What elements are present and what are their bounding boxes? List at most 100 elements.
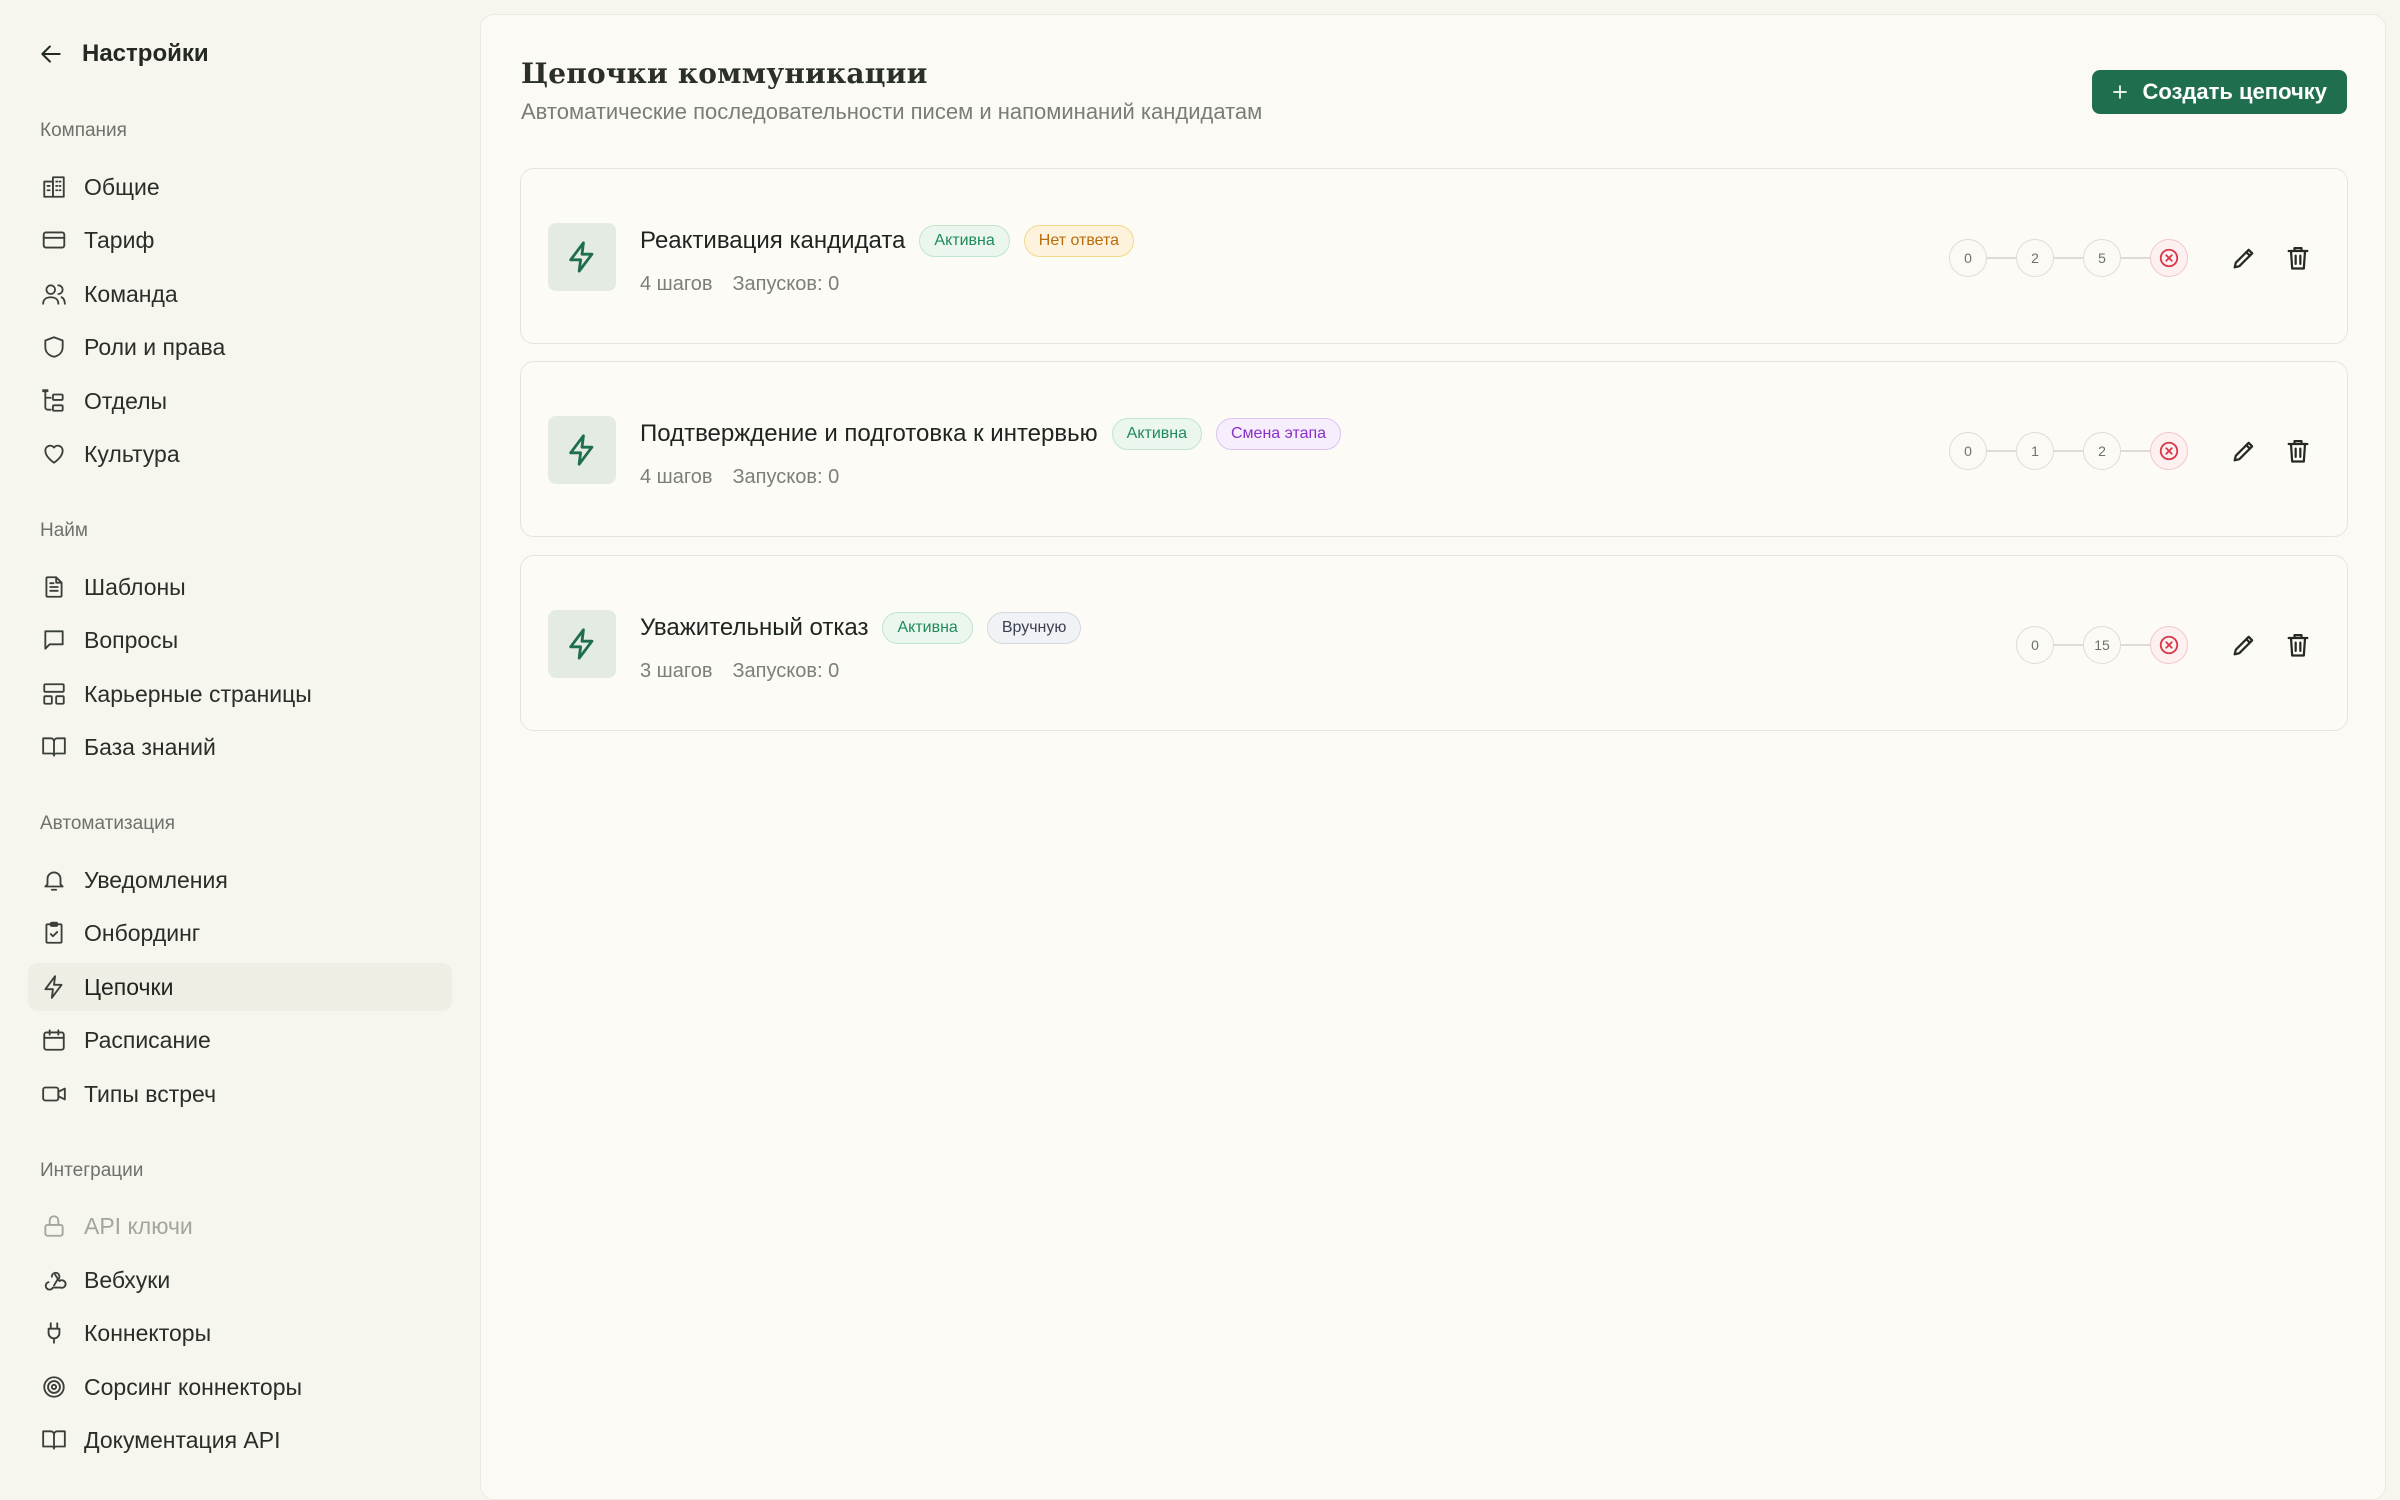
pencil-icon [2233, 248, 2254, 269]
pencil-icon [2233, 441, 2254, 462]
video-icon [40, 1080, 68, 1108]
x-circle-icon [2159, 441, 2179, 461]
chain-card[interactable]: Реактивация кандидата Активна Нет ответа… [520, 168, 2348, 344]
chain-name: Уважительный отказ [640, 614, 869, 641]
chain-card[interactable]: Подтверждение и подготовка к интервью Ак… [520, 361, 2348, 537]
create-chain-button[interactable]: Создать цепочку [2092, 70, 2347, 114]
arrow-left-icon [38, 41, 64, 67]
stop-step [2150, 432, 2188, 470]
trash-icon [2287, 633, 2309, 657]
shield-icon [40, 333, 68, 361]
section-label-automation: Автоматизация [40, 813, 175, 834]
sidebar-item-onboarding[interactable]: Онбординг [28, 909, 452, 957]
sidebar-item-departments[interactable]: Отделы [28, 377, 452, 425]
step-day: 1 [2016, 432, 2054, 470]
section-label-hiring: Найм [40, 520, 88, 541]
webhook-icon [40, 1266, 68, 1294]
step-day: 2 [2083, 432, 2121, 470]
trash-icon [2287, 246, 2309, 270]
heart-icon [40, 440, 68, 468]
settings-sidebar: Настройки Компания Общие Тариф Команда Р… [0, 0, 472, 1500]
section-label-company: Компания [40, 120, 127, 141]
edit-chain-button[interactable] [2225, 626, 2263, 664]
message-square-icon [40, 626, 68, 654]
sidebar-item-webhooks[interactable]: Вебхуки [28, 1256, 452, 1304]
book-open-icon [40, 1426, 68, 1454]
trigger-badge: Нет ответа [1023, 225, 1135, 257]
chain-icon-box [548, 223, 616, 291]
sidebar-item-meeting-types[interactable]: Типы встреч [28, 1070, 452, 1118]
sidebar-item-api-keys[interactable]: API ключи [28, 1202, 452, 1250]
sidebar-item-knowledge-base[interactable]: База знаний [28, 723, 452, 771]
chain-card[interactable]: Уважительный отказ Активна Вручную 3 шаг… [520, 555, 2348, 731]
trigger-badge: Вручную [986, 612, 1082, 644]
sidebar-item-api-docs[interactable]: Документация API [28, 1416, 452, 1464]
lightning-icon [569, 628, 594, 660]
chain-runs-count: Запусков: 0 [732, 660, 840, 682]
sidebar-item-culture[interactable]: Культура [28, 430, 452, 478]
delete-chain-button[interactable] [2279, 239, 2317, 277]
sidebar-item-notifications[interactable]: Уведомления [28, 856, 452, 904]
sidebar-item-sourcing-connectors[interactable]: Сорсинг коннекторы [28, 1363, 452, 1411]
step-day: 5 [2083, 239, 2121, 277]
sidebar-item-chains[interactable]: Цепочки [28, 963, 452, 1011]
delete-chain-button[interactable] [2279, 432, 2317, 470]
sidebar-item-connectors[interactable]: Коннекторы [28, 1309, 452, 1357]
trigger-badge: Смена этапа [1216, 418, 1342, 450]
sidebar-item-questions[interactable]: Вопросы [28, 616, 452, 664]
chain-steps-count: 3 шагов [640, 660, 713, 682]
lock-icon [40, 1212, 68, 1240]
hierarchy-icon [40, 387, 68, 415]
back-to-settings-button[interactable]: Настройки [38, 36, 209, 72]
plug-icon [40, 1319, 68, 1347]
section-label-integrations: Интеграции [40, 1160, 144, 1181]
edit-chain-button[interactable] [2225, 432, 2263, 470]
building-icon [40, 173, 68, 201]
settings-title: Настройки [82, 40, 209, 67]
chain-icon-box [548, 610, 616, 678]
edit-chain-button[interactable] [2225, 239, 2263, 277]
chain-name: Реактивация кандидата [640, 227, 906, 254]
pencil-icon [2233, 635, 2254, 656]
calendar-icon [40, 1026, 68, 1054]
delete-chain-button[interactable] [2279, 626, 2317, 664]
step-day: 15 [2083, 626, 2121, 664]
status-badge: Активна [1111, 418, 1202, 450]
lightning-icon [569, 434, 594, 466]
step-day: 2 [2016, 239, 2054, 277]
stop-step [2150, 239, 2188, 277]
chain-runs-count: Запусков: 0 [732, 466, 840, 488]
chain-name: Подтверждение и подготовка к интервью [640, 420, 1098, 447]
sidebar-item-templates[interactable]: Шаблоны [28, 563, 452, 611]
users-icon [40, 280, 68, 308]
sidebar-item-career-pages[interactable]: Карьерные страницы [28, 670, 452, 718]
sidebar-item-roles[interactable]: Роли и права [28, 323, 452, 371]
file-text-icon [40, 573, 68, 601]
clipboard-check-icon [40, 919, 68, 947]
chain-steps-timeline: 0 15 [2016, 626, 2188, 664]
target-icon [40, 1373, 68, 1401]
sidebar-item-general[interactable]: Общие [28, 163, 452, 211]
chain-icon-box [548, 416, 616, 484]
x-circle-icon [2159, 635, 2179, 655]
lightning-icon [40, 973, 68, 1001]
page-title: Цепочки коммуникации [521, 57, 928, 90]
create-chain-label: Создать цепочку [2142, 79, 2327, 104]
step-day: 0 [1949, 432, 1987, 470]
chain-steps-count: 4 шагов [640, 273, 713, 295]
chain-runs-count: Запусков: 0 [732, 273, 840, 295]
chain-steps-timeline: 0 2 5 [1949, 239, 2188, 277]
lightning-icon [569, 241, 594, 273]
page-subtitle: Автоматические последовательности писем … [521, 99, 1263, 124]
chain-steps-timeline: 0 1 2 [1949, 432, 2188, 470]
sidebar-item-schedule[interactable]: Расписание [28, 1016, 452, 1064]
bell-icon [40, 866, 68, 894]
stop-step [2150, 626, 2188, 664]
plus-icon [2110, 82, 2130, 102]
status-badge: Активна [919, 225, 1010, 257]
x-circle-icon [2159, 248, 2179, 268]
sidebar-item-tariff[interactable]: Тариф [28, 216, 452, 264]
main-panel: Цепочки коммуникации Автоматические посл… [480, 14, 2386, 1500]
sidebar-item-team[interactable]: Команда [28, 270, 452, 318]
trash-icon [2287, 439, 2309, 463]
